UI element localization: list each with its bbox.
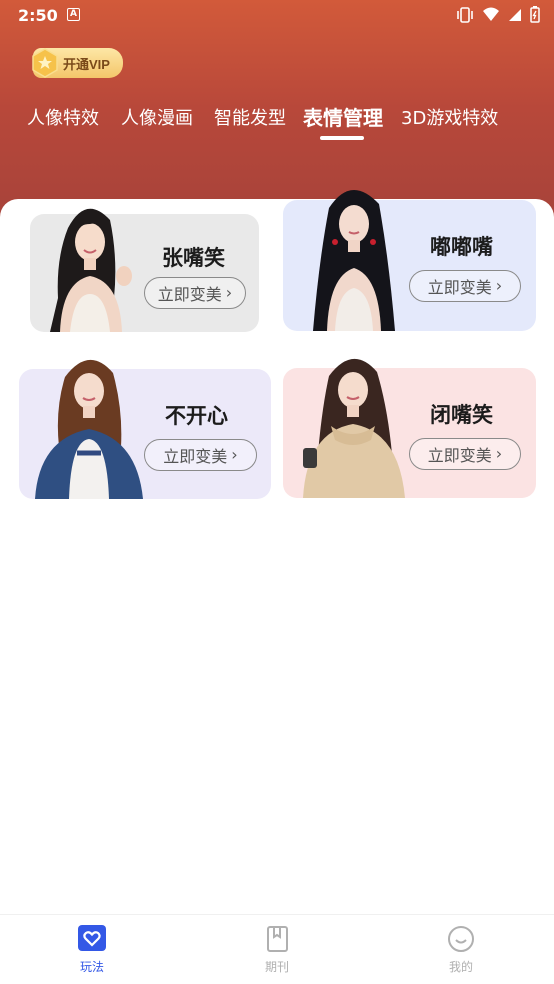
effect-card[interactable]: 闭嘴笑 立即变美 › bbox=[283, 358, 536, 498]
status-icons bbox=[456, 6, 540, 23]
status-bar: 2:50 A bbox=[0, 0, 554, 32]
active-tab-indicator bbox=[320, 136, 364, 140]
tab-smart-hairstyle[interactable]: 智能发型 bbox=[214, 104, 286, 130]
notification-a-icon: A bbox=[67, 8, 80, 21]
effect-card[interactable]: 张嘴笑 立即变美 › bbox=[30, 208, 259, 332]
heart-icon bbox=[78, 925, 106, 951]
wifi-icon bbox=[483, 7, 499, 21]
chevron-right-icon: › bbox=[495, 276, 503, 295]
nav-label: 期刊 bbox=[264, 960, 289, 974]
chevron-right-icon: › bbox=[231, 445, 238, 464]
model-photo bbox=[50, 208, 132, 332]
model-photo bbox=[303, 358, 405, 498]
nav-item-journal[interactable]: 期刊 bbox=[237, 925, 317, 975]
effect-card[interactable]: 不开心 立即变美 › bbox=[19, 359, 271, 499]
chevron-right-icon: › bbox=[495, 444, 503, 463]
signal-icon bbox=[509, 8, 521, 21]
vip-label: 开通VIP bbox=[63, 57, 110, 72]
apply-effect-label: 立即变美 bbox=[427, 446, 492, 465]
battery-icon bbox=[530, 6, 540, 23]
model-photo bbox=[313, 189, 395, 331]
vip-crown-icon bbox=[32, 48, 58, 78]
apply-effect-label: 立即变美 bbox=[157, 285, 222, 304]
model-photo bbox=[35, 359, 143, 499]
chevron-right-icon: › bbox=[225, 283, 233, 302]
nav-label: 玩法 bbox=[79, 960, 104, 974]
status-time: 2:50 bbox=[18, 6, 58, 25]
bookmark-book-icon bbox=[267, 926, 288, 952]
apply-effect-button[interactable]: 立即变美 › bbox=[144, 277, 246, 309]
card-title: 嘟嘟嘴 bbox=[430, 235, 493, 259]
bottom-nav: 玩法 期刊 我的 bbox=[0, 914, 554, 984]
card-title: 张嘴笑 bbox=[162, 246, 225, 270]
card-title: 闭嘴笑 bbox=[430, 403, 493, 427]
tab-expression[interactable]: 表情管理 bbox=[303, 102, 383, 131]
tab-portrait-comic[interactable]: 人像漫画 bbox=[121, 104, 193, 130]
effect-card[interactable]: 嘟嘟嘴 立即变美 › bbox=[283, 189, 536, 331]
tab-portrait-effects[interactable]: 人像特效 bbox=[27, 104, 99, 130]
apply-effect-label: 立即变美 bbox=[163, 447, 228, 466]
apply-effect-label: 立即变美 bbox=[427, 278, 492, 297]
apply-effect-button[interactable]: 立即变美 › bbox=[409, 270, 521, 302]
nav-label: 我的 bbox=[448, 960, 473, 974]
smiley-face-icon bbox=[448, 926, 474, 952]
nav-item-mine[interactable]: 我的 bbox=[421, 925, 501, 975]
vip-button[interactable]: 开通VIP bbox=[32, 48, 123, 78]
apply-effect-button[interactable]: 立即变美 › bbox=[409, 438, 521, 470]
tab-3d-game-effects[interactable]: 3D游戏特效 bbox=[401, 104, 498, 130]
card-title: 不开心 bbox=[165, 404, 228, 428]
nav-item-play[interactable]: 玩法 bbox=[52, 925, 132, 975]
apply-effect-button[interactable]: 立即变美 › bbox=[144, 439, 257, 471]
vibrate-icon bbox=[457, 6, 473, 23]
category-tabs: 人像特效 人像漫画 智能发型 表情管理 3D游戏特效 bbox=[0, 104, 554, 144]
